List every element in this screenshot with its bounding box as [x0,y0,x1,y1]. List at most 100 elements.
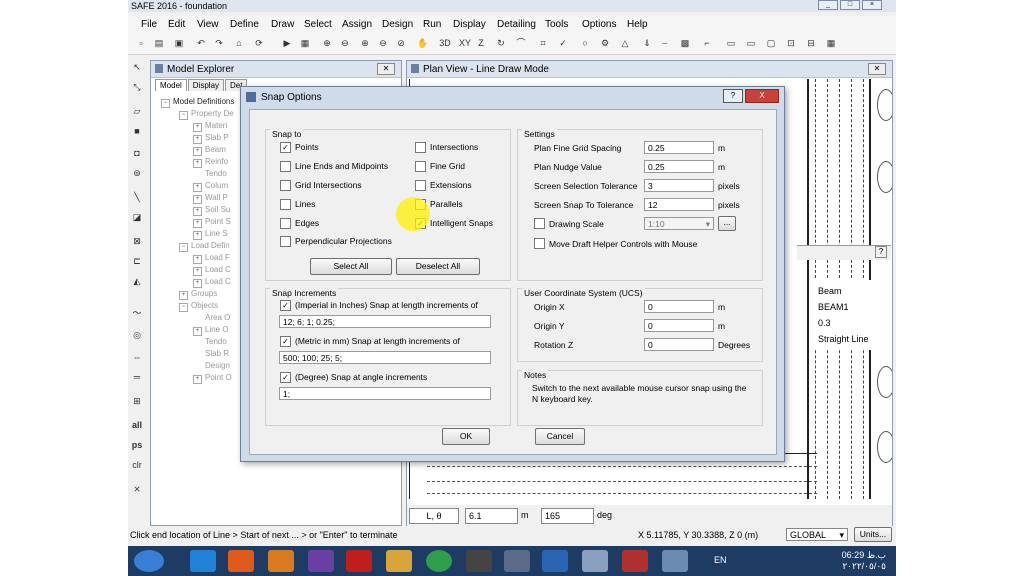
start-button-icon[interactable] [134,550,164,572]
plan-fine-grid-input[interactable]: 0.25 [644,141,714,154]
file-explorer-icon[interactable] [386,550,412,572]
previous-selection-button[interactable]: ps [130,438,144,452]
dimension-icon[interactable]: ⇔ [130,350,144,364]
fine-grid-checkbox[interactable] [415,161,426,172]
origin-x-input[interactable]: 0 [644,300,714,313]
minimize-button[interactable]: _ [818,0,838,10]
menu-run[interactable]: Run [423,19,441,30]
tree-node[interactable]: + Line O [193,325,229,336]
strip-icon[interactable]: ▭ [724,37,738,50]
firefox-icon[interactable] [228,550,254,572]
dialog-close-button[interactable]: X [745,89,779,103]
check-icon[interactable]: ✓ [556,37,570,50]
menu-options[interactable]: Options [582,19,616,30]
tab-model[interactable]: Model [155,79,187,91]
select-all-button[interactable]: Select All [310,258,392,275]
edges-checkbox[interactable] [280,218,291,229]
select-all-button[interactable]: all [130,418,144,432]
zoom-out-icon[interactable]: ⊖ [376,37,390,50]
warning-icon[interactable]: △ [618,37,632,50]
menu-design[interactable]: Design [382,19,413,30]
tree-node[interactable]: − Model Definitions [161,97,234,108]
menu-tools[interactable]: Tools [545,19,568,30]
draw-beam-icon[interactable]: ◪ [130,210,144,224]
punching-icon[interactable]: ▢ [764,37,778,50]
tree-node[interactable]: + Load C [193,265,231,276]
angle-input[interactable]: 165 [541,508,594,524]
drawing-scale-more-button[interactable]: ... [718,216,736,231]
winrar-icon[interactable] [622,550,648,572]
tree-node[interactable]: Tendo [205,337,227,346]
media-player-icon[interactable] [268,550,294,572]
tree-node[interactable]: + Beam [193,145,226,156]
menu-view[interactable]: View [197,19,219,30]
forces-icon[interactable]: ▩ [678,37,692,50]
tree-node[interactable]: + Line S [193,229,228,240]
plan-view-close-icon[interactable]: ✕ [868,63,886,75]
close-window-button[interactable]: × [862,0,882,10]
system-clock[interactable]: 06:29 ب.ظ ٢٠٢٢/٠٥/٠٥ [842,550,886,572]
intersections-checkbox[interactable] [415,142,426,153]
perpendicular-checkbox[interactable] [280,236,291,247]
tree-node[interactable]: + Materi [193,121,227,132]
visual-studio-icon[interactable] [308,550,334,572]
view-3d-button[interactable]: 3D [436,37,454,50]
grid-intersections-checkbox[interactable] [280,180,291,191]
tree-node[interactable]: Design [205,361,230,370]
support-icon[interactable]: ◎ [130,328,144,342]
run-icon[interactable]: ▶ [280,37,294,50]
gear-icon[interactable]: ⚙ [598,37,612,50]
tree-node[interactable]: Tendo [205,169,227,178]
zoom-window-icon[interactable]: ⊕ [320,37,334,50]
drawing-scale-checkbox[interactable] [534,218,545,229]
tree-node[interactable]: − Load Defin [179,241,230,252]
load-icon[interactable]: ⇓ [640,37,654,50]
pan-icon[interactable]: ✋ [416,37,430,50]
tree-node[interactable]: + Slab P [193,133,229,144]
menu-edit[interactable]: Edit [168,19,185,30]
prop-value[interactable]: 0.3 [818,318,831,328]
drawing-scale-select[interactable]: 1:10 ▾ [644,217,714,230]
deselect-all-button[interactable]: Deselect All [396,258,480,275]
menu-detailing[interactable]: Detailing [497,19,536,30]
dialog-help-button[interactable]: ? [723,89,743,103]
wave-icon[interactable]: 〜 [130,306,144,320]
imperial-checkbox[interactable]: ✓ [280,300,291,311]
draw-design-strip-icon[interactable]: ◭ [130,274,144,288]
new-file-icon[interactable]: ▫ [134,37,148,50]
draw-point-icon[interactable]: ◘ [130,146,144,160]
chrome-icon[interactable] [426,550,452,572]
tree-node[interactable]: + Colum [193,181,228,192]
internet-explorer-icon[interactable] [190,550,216,572]
maximize-button[interactable]: □ [840,0,860,10]
menu-help[interactable]: Help [627,19,648,30]
calculator-icon[interactable] [582,550,608,572]
refresh-icon[interactable]: ⟳ [252,37,266,50]
tree-node[interactable]: + Point O [193,373,232,384]
tree-node[interactable]: + Soil Su [193,205,230,216]
draw-strip-icon[interactable]: ⊏ [130,254,144,268]
display-icon[interactable]: ▦ [298,37,312,50]
lock-icon[interactable]: ⌂ [232,37,246,50]
lines-checkbox[interactable] [280,199,291,210]
undo-icon[interactable]: ↶ [194,37,208,50]
length-input[interactable]: 6.1 [465,508,518,524]
properties-help-button[interactable]: ? [875,246,887,258]
points-checkbox[interactable]: ✓ [280,142,291,153]
language-indicator[interactable]: EN [714,555,727,565]
tree-node[interactable]: Slab R [205,349,229,358]
autocad-icon[interactable] [466,550,492,572]
draw-rect-icon[interactable]: ■ [130,124,144,138]
menu-assign[interactable]: Assign [342,19,372,30]
plan-nudge-input[interactable]: 0.25 [644,160,714,173]
tree-node[interactable]: + Reinfo [193,157,228,168]
object-shrink-icon[interactable]: ⌗ [536,37,550,50]
view-z-button[interactable]: Z [474,37,488,50]
ok-button[interactable]: OK [442,428,490,445]
tree-node[interactable]: − Property De [179,109,234,120]
app-grid-icon[interactable] [504,550,530,572]
coordinate-system-select[interactable]: GLOBAL ▾ [786,528,848,541]
deformed-icon[interactable]: ⌣ [658,37,672,50]
save-icon[interactable]: ▣ [172,37,186,50]
circle-icon[interactable]: ○ [578,37,592,50]
